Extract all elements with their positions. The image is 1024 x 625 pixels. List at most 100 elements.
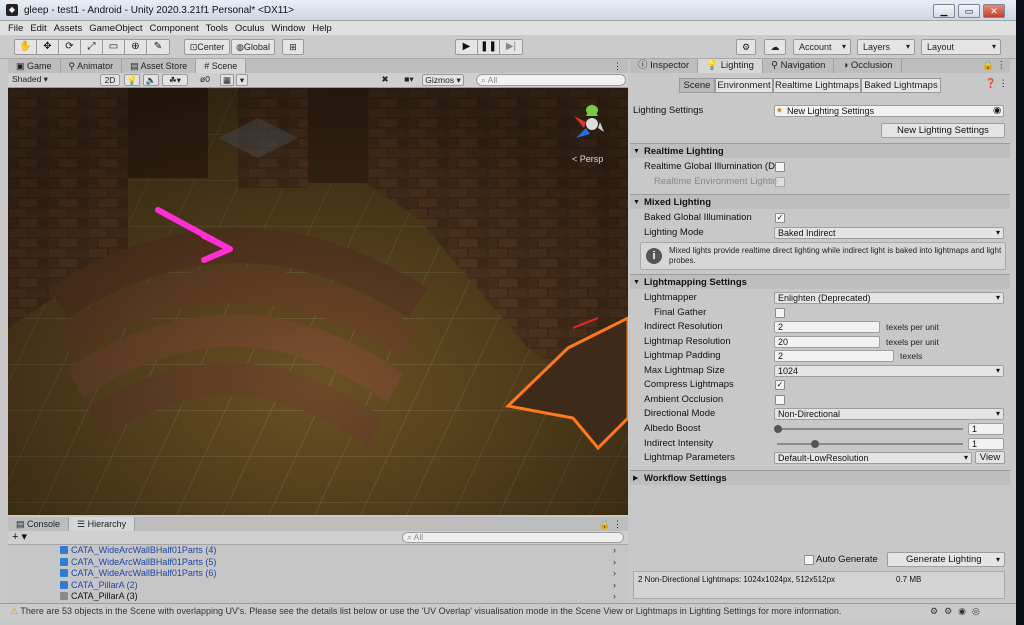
tab-inspector[interactable]: ⓘ Inspector	[630, 59, 699, 73]
albedo-boost-slider[interactable]	[777, 428, 963, 430]
subtab-realtime-lightmaps[interactable]: Realtime Lightmaps	[773, 78, 861, 93]
max-lightmap-size-dropdown[interactable]: 1024	[774, 365, 1004, 377]
tab-scene[interactable]: # Scene	[196, 59, 247, 73]
indirect-intensity-slider[interactable]	[777, 443, 963, 445]
chevron-right-icon[interactable]: ›	[613, 580, 616, 592]
lighting-toggle-icon[interactable]: 💡	[124, 74, 140, 86]
final-gather-checkbox[interactable]	[775, 308, 785, 318]
tab-lighting[interactable]: 💡 Lighting	[698, 59, 763, 73]
subtab-scene[interactable]: Scene	[679, 78, 715, 93]
menu-oculus[interactable]: Oculus	[235, 23, 265, 34]
step-icon[interactable]: ▶|	[500, 40, 522, 54]
tab-hierarchy[interactable]: ☰ Hierarchy	[69, 517, 136, 531]
tab-animator[interactable]: ⚲ Animator	[61, 59, 123, 73]
baked-gi-checkbox[interactable]: ✓	[775, 213, 785, 223]
effects-toggle-icon[interactable]: ☘▾	[162, 74, 188, 86]
menu-window[interactable]: Window	[271, 23, 305, 34]
albedo-boost-slider-knob[interactable]	[774, 425, 782, 433]
menu-tools[interactable]: Tools	[206, 23, 228, 34]
chevron-right-icon[interactable]: ›	[613, 568, 616, 580]
rect-tool-icon[interactable]: ▭	[103, 40, 125, 54]
perspective-label[interactable]: < Persp	[572, 154, 603, 164]
2d-toggle[interactable]: 2D	[100, 74, 120, 86]
scale-tool-icon[interactable]: ⤢	[81, 40, 103, 54]
rotate-tool-icon[interactable]: ⟳	[59, 40, 81, 54]
menu-help[interactable]: Help	[312, 23, 332, 34]
grid-toggle-icon[interactable]: ▦	[220, 74, 234, 86]
transform-tool-icon[interactable]: ⊕	[125, 40, 147, 54]
realtime-gi-checkbox[interactable]	[775, 162, 785, 172]
lightmap-resolution-input[interactable]: 20	[774, 336, 880, 348]
hidden-objects-counter[interactable]: ø0	[193, 74, 217, 86]
hand-tool-icon[interactable]: ✋	[15, 40, 37, 54]
list-item[interactable]: CATA_PillarA (3) ›	[8, 591, 628, 603]
panel-menu-icon[interactable]: ⋮	[613, 59, 628, 73]
chevron-right-icon[interactable]: ›	[613, 591, 616, 603]
generate-lighting-button[interactable]: Generate Lighting ▾	[887, 552, 1005, 567]
view-parameters-button[interactable]: View	[975, 451, 1005, 464]
workflow-settings-header[interactable]: Workflow Settings	[630, 470, 1010, 486]
add-object-button[interactable]: + ▾	[12, 531, 27, 544]
pause-icon[interactable]: ❚❚	[478, 40, 500, 54]
audio-toggle-icon[interactable]: 🔈	[143, 74, 159, 86]
scene-search-input[interactable]: ⌕ All	[476, 74, 626, 86]
lightmapper-dropdown[interactable]: Enlighten (Deprecated)	[774, 292, 1004, 304]
lighting-settings-asset-field[interactable]: New Lighting Settings	[774, 105, 1004, 117]
status-message[interactable]: There are 53 objects in the Scene with o…	[20, 606, 841, 616]
tab-occlusion[interactable]: ◑ Occlusion	[834, 59, 902, 73]
tab-asset-store[interactable]: ▤ Asset Store	[122, 59, 197, 73]
lightmap-parameters-dropdown[interactable]: Default-LowResolution	[774, 452, 972, 464]
directional-mode-dropdown[interactable]: Non-Directional	[774, 408, 1004, 420]
lightmap-padding-input[interactable]: 2	[774, 350, 894, 362]
chevron-down-icon[interactable]: ▾	[996, 553, 1000, 566]
grid-options-icon[interactable]: ▾	[236, 74, 248, 86]
pivot-center-toggle[interactable]: ⊡Center	[184, 39, 230, 55]
tab-navigation[interactable]: ⚲ Navigation	[763, 59, 835, 73]
lock-icon[interactable]: 🔒 ⋮	[599, 517, 628, 531]
layers-dropdown[interactable]: Layers	[857, 39, 915, 55]
lightmapping-settings-header[interactable]: Lightmapping Settings	[630, 274, 1010, 290]
minimize-button[interactable]: ▁	[933, 4, 955, 18]
global-space-toggle[interactable]: ◍Global	[231, 39, 275, 55]
play-icon[interactable]: ▶	[456, 40, 478, 54]
subtab-baked-lightmaps[interactable]: Baked Lightmaps	[861, 78, 941, 93]
object-picker-icon[interactable]: ◉	[993, 104, 1001, 118]
collab-button[interactable]: ⚙	[736, 39, 756, 55]
gizmos-dropdown[interactable]: Gizmos ▾	[422, 74, 464, 86]
menu-file[interactable]: File	[8, 23, 23, 34]
layout-dropdown[interactable]: Layout	[921, 39, 1001, 55]
tab-console[interactable]: ▤ Console	[8, 517, 70, 531]
realtime-env-checkbox[interactable]	[775, 177, 785, 187]
custom-tool-icon[interactable]: ✎	[147, 40, 169, 54]
list-item[interactable]: CATA_WideArcWallBHalf01Parts (4) ›	[8, 545, 628, 557]
shading-mode-dropdown[interactable]: Shaded ▾	[10, 74, 88, 86]
indirect-intensity-slider-knob[interactable]	[811, 440, 819, 448]
ambient-occlusion-checkbox[interactable]	[775, 395, 785, 405]
tab-game[interactable]: ▣ Game	[8, 59, 61, 73]
auto-generate-checkbox[interactable]	[804, 555, 814, 565]
menu-assets[interactable]: Assets	[54, 23, 83, 34]
status-icons[interactable]: ⚙⚙◉◎	[930, 604, 986, 619]
list-item[interactable]: CATA_WideArcWallBHalf01Parts (5) ›	[8, 557, 628, 569]
lighting-mode-dropdown[interactable]: Baked Indirect	[774, 227, 1004, 239]
panel-menu-icon[interactable]: 🔒 ⋮	[982, 59, 1010, 73]
scene-viewport[interactable]: < Persp	[8, 88, 628, 515]
menu-component[interactable]: Component	[150, 23, 199, 34]
indirect-intensity-input[interactable]: 1	[968, 438, 1004, 450]
compress-lightmaps-checkbox[interactable]: ✓	[775, 380, 785, 390]
tools-icon[interactable]: ✖	[378, 74, 392, 86]
maximize-button[interactable]: ▭	[958, 4, 980, 18]
chevron-right-icon[interactable]: ›	[613, 545, 616, 557]
chevron-right-icon[interactable]: ›	[613, 557, 616, 569]
mixed-lighting-header[interactable]: Mixed Lighting	[630, 194, 1010, 210]
new-lighting-settings-button[interactable]: New Lighting Settings	[881, 123, 1005, 138]
realtime-lighting-header[interactable]: Realtime Lighting	[630, 143, 1010, 159]
indirect-resolution-input[interactable]: 2	[774, 321, 880, 333]
menu-edit[interactable]: Edit	[30, 23, 46, 34]
account-dropdown[interactable]: Account	[793, 39, 851, 55]
menu-gameobject[interactable]: GameObject	[89, 23, 142, 34]
subtab-environment[interactable]: Environment	[715, 78, 773, 93]
move-tool-icon[interactable]: ✥	[37, 40, 59, 54]
list-item[interactable]: CATA_WideArcWallBHalf01Parts (6) ›	[8, 568, 628, 580]
albedo-boost-input[interactable]: 1	[968, 423, 1004, 435]
